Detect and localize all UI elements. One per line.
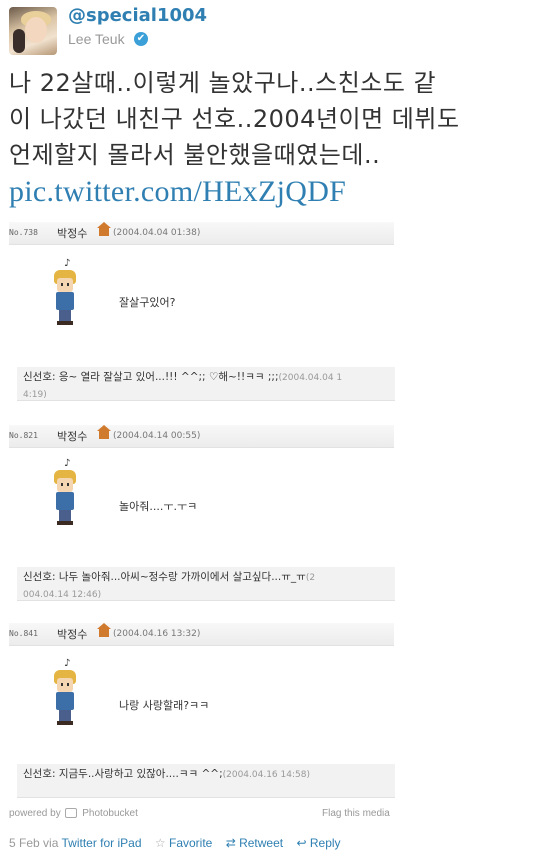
reply-text: 신선호: 나두 놀아줘...아씨~정수랑 가까이에서 살고싶다...ㅠ_ㅠ [23, 571, 306, 583]
tweet-line: 나 22살때..이렇게 놀았구나..스친소도 같 [9, 69, 437, 97]
user-display-name[interactable]: Lee Teuk [68, 31, 125, 47]
avatar[interactable] [9, 7, 57, 55]
avatar-character: ♪ [54, 658, 76, 726]
entry-number: No.841 [9, 629, 38, 638]
entry-author: 박정수 [57, 430, 88, 443]
provider-name[interactable]: Photobucket [82, 808, 138, 819]
retweet-label: Retweet [239, 836, 284, 850]
reply-icon: ↩ [296, 836, 307, 850]
entry-header: No.841 박정수 (2004.04.16 13:32) [9, 623, 394, 646]
verified-icon: ✔ [134, 32, 148, 46]
retweet-button[interactable]: ⇄ Retweet [226, 836, 283, 850]
reply-date: (2004.04.16 14:58) [222, 770, 310, 780]
entry-reply: 신선호: 응~ 열라 잘살고 있어...!!! ^^;; ♡해~!!ㅋㅋ ;;;… [17, 367, 395, 401]
entry-author: 박정수 [57, 628, 88, 641]
favorite-button[interactable]: ☆ Favorite [155, 836, 212, 850]
entry-date: (2004.04.04 01:38) [113, 228, 201, 238]
powered-by-label: powered by [9, 808, 61, 819]
entry-header: No.738 박정수 (2004.04.04 01:38) [9, 222, 394, 245]
entry-number: No.821 [9, 431, 38, 440]
house-icon [97, 623, 111, 637]
favorite-label: Favorite [168, 836, 213, 850]
entry-header: No.821 박정수 (2004.04.14 00:55) [9, 425, 394, 448]
media-link[interactable]: pic.twitter.com/HExZjQDF [9, 175, 346, 209]
retweet-icon: ⇄ [225, 836, 236, 850]
media-image[interactable]: No.738 박정수 (2004.04.04 01:38) ♪ 잘살구있어? 신… [9, 222, 395, 802]
reply-label: Reply [309, 836, 341, 850]
avatar-character: ♪ [54, 258, 76, 326]
powered-by: powered by Photobucket [9, 808, 138, 819]
entry-speech: 나랑 사랑할래?ㅋㅋ [119, 699, 210, 712]
tweet-footer: 5 Feb via Twitter for iPad ☆ Favorite ⇄ … [9, 836, 341, 850]
reply-date: (2004.04.04 1 [278, 373, 343, 383]
via-label: via [43, 836, 59, 850]
house-icon [97, 222, 111, 236]
reply-button[interactable]: ↩ Reply [296, 836, 340, 850]
reply-date-cont: 004.04.14 12:46) [23, 590, 102, 600]
reply-text: 신선호: 지금두..사랑하고 있잖아....ㅋㅋ ^^; [23, 768, 223, 780]
entry-date: (2004.04.16 13:32) [113, 629, 201, 639]
tweet-line: 언제할지 몰라서 불안했을때였는데.. [9, 141, 381, 169]
entry-author: 박정수 [57, 227, 88, 240]
reply-date-cont: 4:19) [23, 390, 47, 400]
entry-date: (2004.04.14 00:55) [113, 431, 201, 441]
reply-text: 신선호: 응~ 열라 잘살고 있어...!!! ^^;; ♡해~!!ㅋㅋ ;;; [23, 371, 279, 383]
flag-media-link[interactable]: Flag this media [322, 808, 390, 819]
entry-reply: 신선호: 나두 놀아줘...아씨~정수랑 가까이에서 살고싶다...ㅠ_ㅠ(2 … [17, 567, 395, 601]
avatar-character: ♪ [54, 458, 76, 526]
user-handle[interactable]: @special1004 [68, 5, 207, 26]
entry-speech: 놀아줘....ㅜ.ㅜㅋ [119, 500, 198, 513]
star-icon: ☆ [154, 836, 166, 850]
tweet-line: 이 나갔던 내친구 선호..2004년이면 데뷔도 [9, 105, 460, 133]
entry-number: No.738 [9, 228, 38, 237]
client-link[interactable]: Twitter for iPad [62, 836, 142, 850]
reply-date: (2 [305, 573, 316, 583]
house-icon [97, 425, 111, 439]
tweet-date[interactable]: 5 Feb [9, 836, 40, 850]
tweet-text: 나 22살때..이렇게 놀았구나..스친소도 같 이 나갔던 내친구 선호..2… [9, 65, 549, 173]
photobucket-icon [65, 808, 78, 819]
entry-speech: 잘살구있어? [119, 296, 176, 309]
entry-reply: 신선호: 지금두..사랑하고 있잖아....ㅋㅋ ^^;(2004.04.16 … [17, 764, 395, 798]
